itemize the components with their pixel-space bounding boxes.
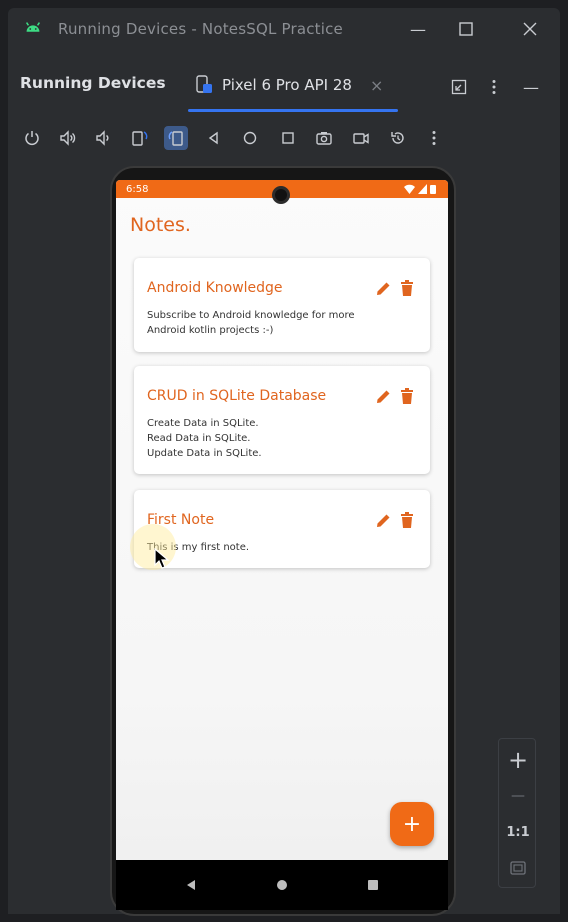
window-title: Running Devices - NotesSQL Practice — [58, 20, 343, 38]
device-toolbar — [8, 120, 560, 156]
screenshot-icon[interactable] — [312, 126, 336, 150]
panel-title: Running Devices — [20, 74, 166, 92]
actual-size-button[interactable]: 1:1 — [499, 819, 537, 845]
status-icons — [404, 184, 436, 194]
tab-label: Pixel 6 Pro API 28 — [222, 76, 352, 94]
note-card[interactable]: First Note This is my first note. — [134, 490, 430, 568]
navigation-bar — [116, 860, 448, 910]
close-icon[interactable] — [516, 17, 544, 41]
volume-down-icon[interactable] — [91, 126, 115, 150]
edit-icon[interactable] — [375, 280, 392, 297]
note-body: Create Data in SQLite. Read Data in SQLi… — [147, 418, 262, 459]
status-time: 6:58 — [126, 183, 149, 195]
more-options-icon[interactable] — [483, 76, 505, 98]
nav-home-icon[interactable] — [273, 876, 291, 894]
volume-up-icon[interactable] — [56, 126, 80, 150]
rotate-right-icon[interactable] — [164, 126, 188, 150]
screen-record-icon[interactable] — [349, 126, 373, 150]
nav-back-icon[interactable] — [182, 876, 200, 894]
zoom-out-button[interactable]: — — [499, 781, 537, 811]
delete-icon[interactable] — [400, 280, 414, 297]
delete-icon[interactable] — [400, 388, 414, 405]
android-studio-icon — [25, 22, 41, 32]
add-note-button[interactable]: + — [390, 802, 434, 846]
reset-icon[interactable] — [386, 126, 410, 150]
note-title: Android Knowledge — [147, 280, 283, 296]
camera-cutout — [272, 186, 290, 204]
battery-icon — [430, 185, 436, 194]
hide-icon[interactable]: — — [520, 76, 542, 98]
edit-icon[interactable] — [375, 512, 392, 529]
edit-icon[interactable] — [375, 388, 392, 405]
app-title: Notes. — [130, 214, 191, 236]
window-titlebar: Running Devices - NotesSQL Practice — — [8, 8, 560, 50]
device-icon — [196, 75, 212, 93]
note-body: Subscribe to Android knowledge for more … — [147, 310, 355, 336]
note-card[interactable]: CRUD in SQLite Database Create Data in S… — [134, 366, 430, 474]
zoom-in-button[interactable]: + — [499, 745, 537, 775]
note-body: This is my first note. — [147, 542, 250, 553]
minimize-icon[interactable]: — — [404, 17, 432, 41]
rotate-left-icon[interactable] — [128, 126, 152, 150]
back-icon[interactable] — [202, 126, 226, 150]
maximize-icon[interactable] — [452, 17, 480, 41]
active-tab-indicator — [188, 109, 398, 112]
home-icon[interactable] — [238, 126, 262, 150]
more-icon[interactable] — [422, 126, 446, 150]
signal-icon — [418, 184, 427, 194]
fit-screen-icon[interactable] — [499, 855, 537, 881]
tab-close-icon[interactable]: × — [370, 76, 383, 95]
delete-icon[interactable] — [400, 512, 414, 529]
mouse-cursor-icon — [154, 548, 170, 569]
power-icon[interactable] — [20, 126, 44, 150]
zoom-panel: + — 1:1 — [498, 738, 536, 888]
note-card[interactable]: Android Knowledge Subscribe to Android k… — [134, 258, 430, 352]
nav-overview-icon[interactable] — [364, 876, 382, 894]
wifi-icon — [404, 184, 415, 194]
tab-bar: Running Devices Pixel 6 Pro API 28 × — — [8, 62, 560, 112]
new-tab-icon[interactable] — [448, 76, 470, 98]
tab-pixel-6-pro[interactable]: Pixel 6 Pro API 28 × — [188, 64, 398, 112]
note-title: CRUD in SQLite Database — [147, 388, 327, 404]
overview-icon[interactable] — [276, 126, 300, 150]
